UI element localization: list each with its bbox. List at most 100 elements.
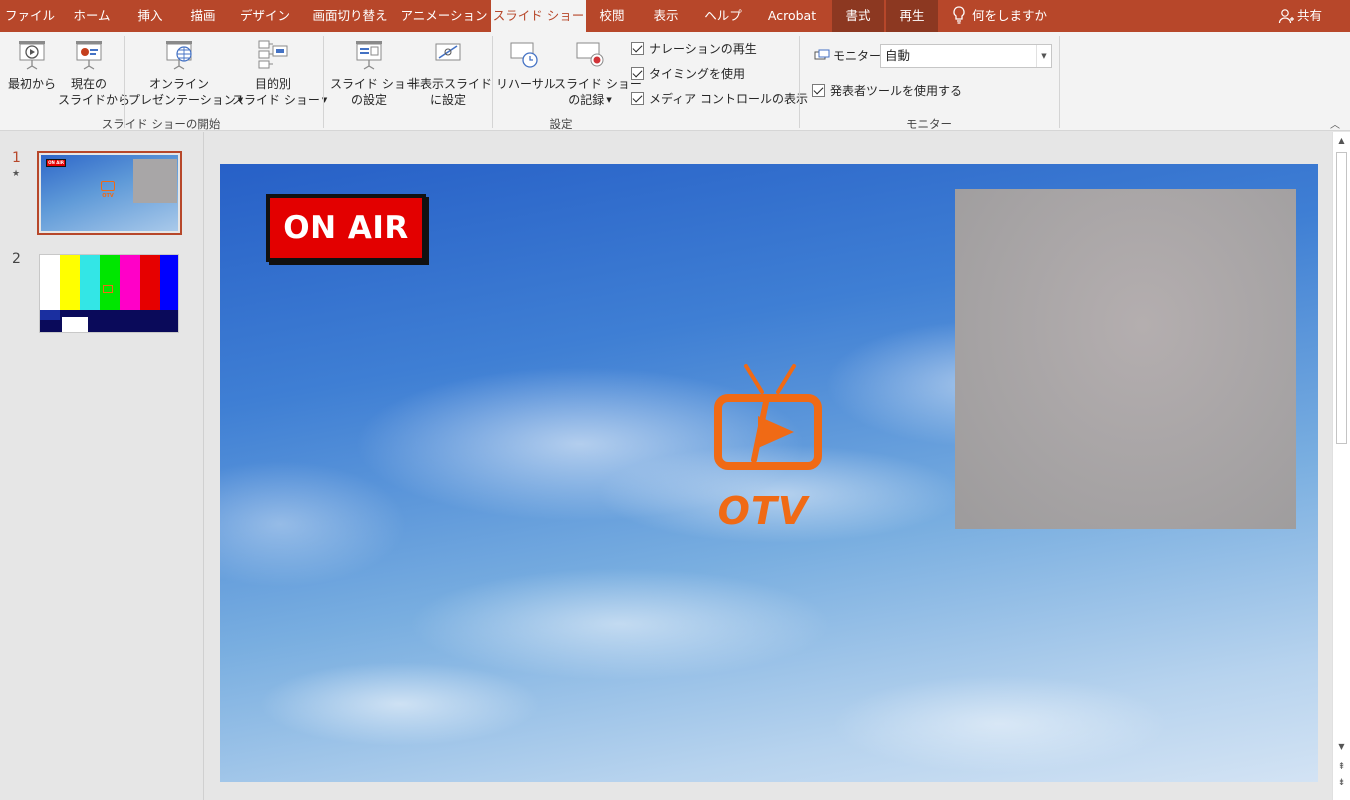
video-placeholder[interactable]: [955, 189, 1296, 529]
scroll-down-icon[interactable]: ▼: [1333, 742, 1350, 756]
share-label: 共有: [1297, 8, 1323, 23]
thumbnail-tv-icon: [103, 285, 113, 293]
setup-slideshow-label-1: スライド ショー: [330, 77, 418, 91]
from-current-label-1: 現在の: [70, 77, 107, 91]
thumbnail-on-air-badge: ON AIR: [46, 159, 66, 167]
scrollbar-thumb[interactable]: [1336, 152, 1347, 444]
monitor-label-text: モニター:: [833, 49, 886, 63]
share-button[interactable]: 共有: [1278, 0, 1322, 32]
record-label-1: スライド ショー: [554, 77, 642, 91]
slide-thumbnail-2[interactable]: [39, 254, 179, 333]
thumbnail-video-placeholder: [133, 159, 177, 203]
group-separator: [799, 36, 800, 128]
from-current-label-2: スライドから: [58, 93, 131, 107]
use-timings-checkbox[interactable]: タイミングを使用: [631, 66, 745, 82]
hide-slide-label-2: に設定: [429, 93, 466, 107]
use-timings-label: タイミングを使用: [649, 67, 746, 81]
vertical-scrollbar[interactable]: ▲ ▼ ⇞ ⇟: [1332, 132, 1350, 800]
tab-file[interactable]: ファイル: [0, 0, 60, 32]
rehearse-timings-button[interactable]: リハーサル: [496, 38, 556, 92]
on-air-badge[interactable]: ON AIR: [266, 194, 426, 262]
thumbnail-tv-icon: [101, 181, 115, 191]
hide-slide-button[interactable]: 非表示スライド に設定: [408, 38, 493, 108]
thumbnail-number: 2: [12, 251, 21, 267]
color-bars-bottom: [40, 310, 178, 332]
setup-slideshow-label-2: の設定: [350, 93, 387, 107]
group-separator: [323, 36, 324, 128]
checkbox-checked-icon: [631, 92, 644, 105]
tab-home[interactable]: ホーム: [62, 0, 122, 32]
monitor-label: モニター:: [814, 47, 885, 64]
group-label-setup: 設定: [549, 117, 573, 131]
from-current-slide-button[interactable]: 現在の スライドから: [58, 38, 131, 108]
group-separator: [1059, 36, 1060, 128]
tab-transitions[interactable]: 画面切り替え: [302, 0, 398, 32]
ribbon: 最初から 現在の スライドから オンライン プレゼンテーション ▼ 目的別 スライ…: [0, 32, 1350, 131]
otv-logo-text[interactable]: OTV: [713, 489, 813, 533]
show-media-controls-label: メディア コントロールの表示: [649, 92, 808, 106]
hide-slide-label-1: 非表示スライド: [408, 77, 493, 91]
group-label-monitor: モニター: [906, 117, 952, 131]
next-slide-icon[interactable]: ⇟: [1333, 778, 1350, 788]
tab-review[interactable]: 校閲: [588, 0, 636, 32]
slide-thumbnail-pane: 1 ★ ON AIR OTV 2: [0, 132, 204, 800]
presenter-view-label: 発表者ツールを使用する: [830, 84, 963, 98]
online-presentation-label-2: プレゼンテーション: [128, 93, 236, 107]
tab-playback[interactable]: 再生: [886, 0, 938, 32]
presentation-from-current-icon: [76, 41, 102, 70]
tab-design[interactable]: デザイン: [232, 0, 298, 32]
slideshow-setup-icon: [356, 41, 382, 70]
group-separator: [492, 36, 493, 128]
tab-help[interactable]: ヘルプ: [694, 0, 752, 32]
record-icon: [576, 42, 604, 67]
thumbnail-number: 1: [12, 150, 21, 166]
online-presentation-button[interactable]: オンライン プレゼンテーション ▼: [128, 38, 243, 108]
animation-star-icon: ★: [12, 169, 21, 179]
tab-draw[interactable]: 描画: [178, 0, 228, 32]
tab-slideshow[interactable]: スライド ショー: [491, 0, 586, 32]
presenter-view-checkbox[interactable]: 発表者ツールを使用する: [812, 83, 962, 99]
presentation-from-start-icon: [19, 41, 45, 70]
slide-canvas[interactable]: ON AIR OTV: [220, 164, 1318, 782]
checkbox-checked-icon: [631, 67, 644, 80]
play-narrations-label: ナレーションの再生: [649, 42, 757, 56]
monitors-icon: [814, 49, 830, 60]
color-bars-white-patch: [62, 317, 88, 332]
slide-editing-area: ON AIR OTV: [205, 132, 1332, 800]
slide-thumbnail-1[interactable]: ON AIR OTV: [37, 151, 182, 235]
tab-animations[interactable]: アニメーション: [400, 0, 488, 32]
color-bars-blue-patch: [40, 310, 60, 320]
rehearse-label: リハーサル: [496, 77, 556, 91]
color-bars: [40, 255, 178, 310]
rehearse-timer-icon: [510, 42, 538, 68]
record-slideshow-button[interactable]: スライド ショー の記録 ▼: [554, 38, 642, 108]
tell-me-label: 何をしますか: [972, 8, 1048, 23]
checkbox-checked-icon: [631, 42, 644, 55]
checkbox-checked-icon: [812, 84, 825, 97]
custom-slideshow-button[interactable]: 目的別 スライド ショー ▼: [232, 38, 327, 108]
online-presentation-icon: [166, 41, 192, 70]
group-label-start: スライド ショーの開始: [101, 117, 221, 131]
previous-slide-icon[interactable]: ⇞: [1333, 762, 1350, 772]
tab-insert[interactable]: 挿入: [124, 0, 176, 32]
play-narrations-checkbox[interactable]: ナレーションの再生: [631, 41, 757, 57]
show-media-controls-checkbox[interactable]: メディア コントロールの表示: [631, 91, 808, 107]
dropdown-arrow-icon: ▼: [606, 96, 612, 104]
from-beginning-button[interactable]: 最初から: [6, 38, 58, 92]
online-presentation-label-1: オンライン: [148, 77, 209, 91]
ribbon-tab-bar: ファイル ホーム 挿入 描画 デザイン 画面切り替え アニメーション スライド …: [0, 0, 1350, 32]
from-beginning-label: 最初から: [7, 77, 56, 91]
monitor-dropdown[interactable]: 自動 ▼: [880, 44, 1052, 68]
custom-slideshow-icon: [258, 40, 288, 69]
tab-view[interactable]: 表示: [640, 0, 692, 32]
chevron-down-icon: ▼: [1036, 45, 1051, 67]
collapse-ribbon-icon[interactable]: ︿: [1330, 116, 1340, 131]
setup-slideshow-button[interactable]: スライド ショー の設定: [330, 38, 418, 108]
scroll-up-icon[interactable]: ▲: [1333, 136, 1350, 150]
tell-me-search[interactable]: 何をしますか: [952, 0, 1047, 32]
tab-acrobat[interactable]: Acrobat: [756, 0, 828, 32]
tab-format[interactable]: 書式: [832, 0, 884, 32]
custom-slideshow-label-1: 目的別: [254, 77, 291, 91]
custom-slideshow-label-2: スライド ショー: [232, 93, 320, 107]
group-separator: [124, 36, 125, 128]
